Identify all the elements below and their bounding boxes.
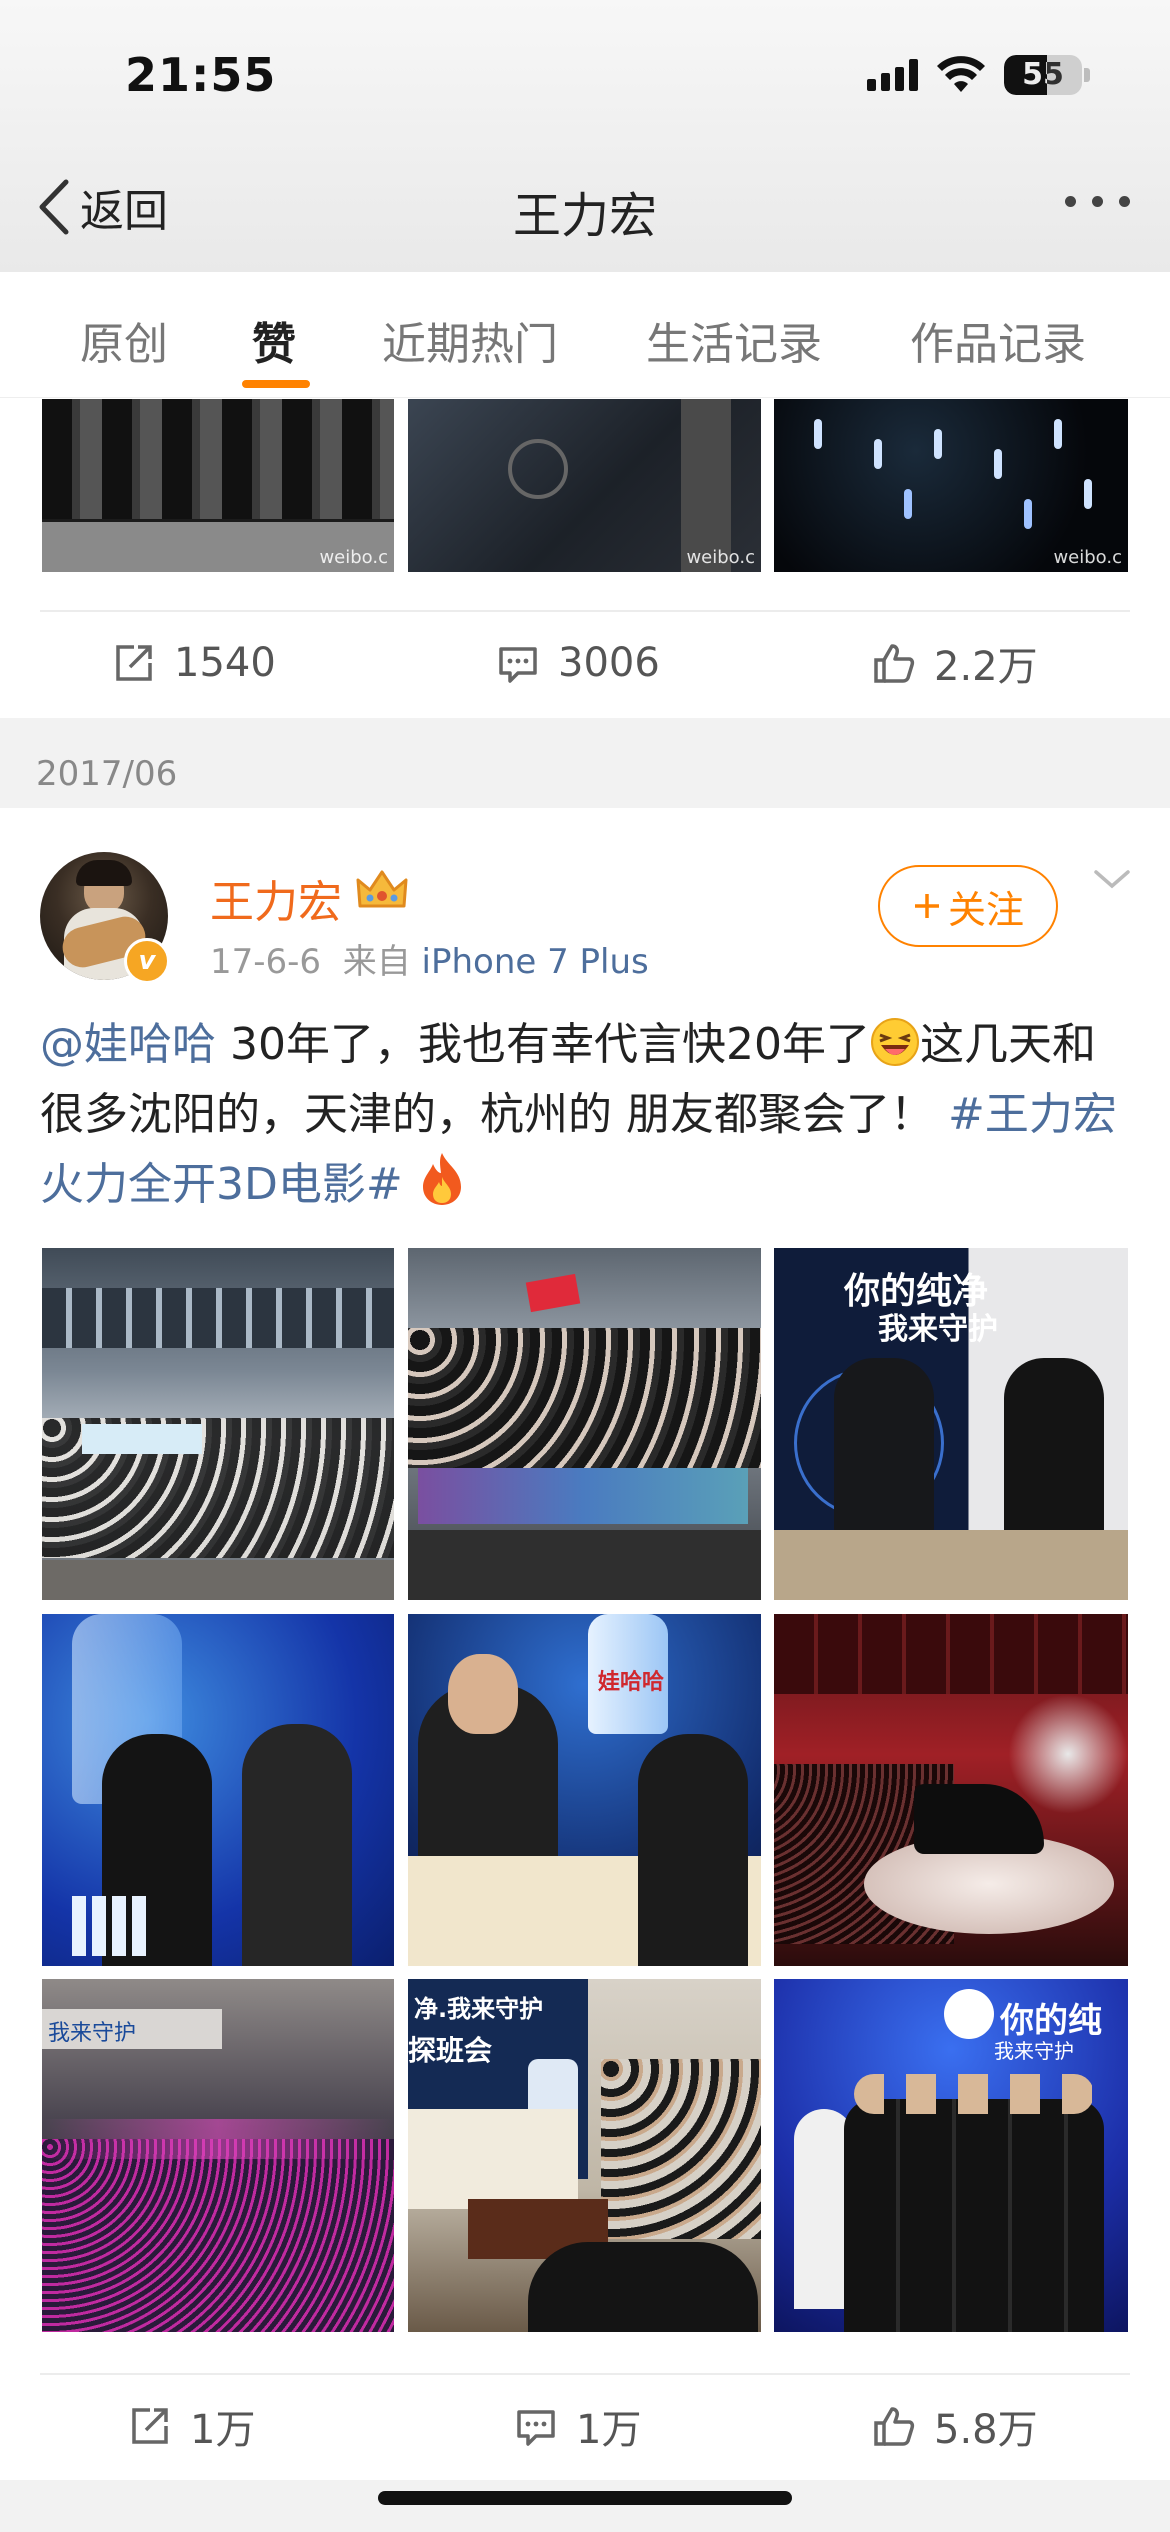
- like-count: 5.8万: [934, 2407, 1038, 2453]
- date-separator: 2017/06: [0, 718, 1170, 808]
- tab-liked[interactable]: 赞: [252, 308, 296, 372]
- post-image-2[interactable]: [408, 1248, 761, 1600]
- active-tab-indicator: [242, 380, 310, 388]
- post-image-9[interactable]: 你的纯 我来守护: [774, 1979, 1128, 2332]
- more-dots-icon[interactable]: [1065, 196, 1130, 207]
- post-image-5[interactable]: 娃哈哈: [408, 1614, 761, 1966]
- image-caption-sub: 我来守护: [994, 2039, 1074, 2063]
- post-image-6[interactable]: [774, 1614, 1128, 1966]
- date-separator-partial: [0, 2480, 1170, 2532]
- verified-badge-icon: v: [124, 938, 170, 984]
- prev-post-image-1[interactable]: weibo.c: [42, 399, 394, 572]
- plus-icon: [914, 894, 939, 918]
- prev-post-actions: 1540 3006 2.2万: [0, 610, 1170, 716]
- comment-button[interactable]: 1万: [514, 2373, 641, 2479]
- wifi-icon: [937, 56, 985, 92]
- image-caption-sub: 我来守护: [878, 1312, 998, 1347]
- watermark: weibo.c: [686, 547, 755, 568]
- image-brand-label: 娃哈哈: [598, 1670, 665, 1695]
- source-prefix: 来自: [342, 942, 411, 982]
- post-image-8[interactable]: 净.我来守护 探班会: [408, 1979, 761, 2332]
- like-button[interactable]: 2.2万: [872, 610, 1038, 716]
- post-time: 17-6-6: [210, 942, 322, 982]
- comment-bubble-icon: [499, 647, 537, 683]
- post-image-7[interactable]: 我来守护: [42, 1979, 394, 2332]
- thumbs-up-icon: [874, 644, 915, 683]
- comment-count: 1万: [576, 2407, 642, 2453]
- mention-link[interactable]: @娃哈哈: [40, 1019, 216, 1070]
- repost-count: 1万: [190, 2407, 256, 2453]
- battery-level: 55: [1022, 57, 1064, 92]
- share-arrow-icon: [116, 645, 152, 681]
- post-meta: 17-6-6 来自 iPhone 7 Plus: [210, 934, 649, 983]
- watermark: weibo.c: [1053, 547, 1122, 568]
- share-arrow-icon: [132, 2408, 168, 2444]
- post-image-4[interactable]: [42, 1614, 394, 1966]
- status-icons: 55: [867, 52, 1090, 98]
- fire-icon: [422, 1153, 461, 1205]
- thumbs-up-icon: [874, 2407, 915, 2446]
- prev-post-image-3[interactable]: weibo.c: [774, 399, 1128, 572]
- follow-label: 关注: [947, 887, 1024, 932]
- profile-tabs: 原创 赞 近期热门 生活记录 作品记录: [0, 272, 1170, 398]
- follow-button[interactable]: 关注: [878, 865, 1058, 947]
- image-banner-text: 净.我来守护: [414, 1995, 544, 2023]
- date-label: 2017/06: [36, 754, 178, 794]
- repost-button[interactable]: 1540: [112, 610, 276, 716]
- post-text-part-1: 30年了，我也有幸代言快20年了: [216, 1019, 870, 1070]
- like-count: 2.2万: [934, 644, 1038, 690]
- tab-work-records[interactable]: 作品记录: [910, 308, 1086, 372]
- image-banner-sub: 探班会: [408, 2034, 493, 2067]
- post-source[interactable]: iPhone 7 Plus: [422, 942, 649, 982]
- author-name[interactable]: 王力宏: [210, 866, 342, 930]
- comment-bubble-icon: [517, 2410, 555, 2446]
- signal-icon: [867, 59, 918, 91]
- status-time: 21:55: [125, 48, 277, 102]
- post-image-3[interactable]: 你的纯净 我来守护: [774, 1248, 1128, 1600]
- battery-icon: 55: [1004, 55, 1082, 95]
- watermark: weibo.c: [319, 547, 388, 568]
- comment-button[interactable]: 3006: [496, 610, 660, 716]
- crown-icon: [356, 870, 408, 908]
- laughing-emoji-icon: [870, 1018, 919, 1066]
- image-banner-text: 我来守护: [48, 2021, 137, 2046]
- page-title: 王力宏: [512, 188, 657, 244]
- post-text: @娃哈哈 30年了，我也有幸代言快20年了 这几天和很多沈阳的，天津的，杭州的 朋…: [40, 1010, 1130, 1220]
- app-header: 21:55 55 返回 王力宏: [0, 0, 1170, 272]
- chevron-down-icon[interactable]: [1092, 864, 1132, 894]
- post-image-1[interactable]: [42, 1248, 394, 1600]
- like-button[interactable]: 5.8万: [872, 2373, 1038, 2479]
- post-actions: 1万 1万 5.8万: [0, 2373, 1170, 2479]
- repost-button[interactable]: 1万: [128, 2373, 255, 2479]
- repost-count: 1540: [174, 640, 276, 686]
- tab-recent-hot[interactable]: 近期热门: [382, 308, 558, 372]
- tab-original[interactable]: 原创: [80, 308, 168, 372]
- home-indicator[interactable]: [378, 2491, 792, 2505]
- tab-life-records[interactable]: 生活记录: [646, 308, 822, 372]
- comment-count: 3006: [558, 640, 660, 686]
- prev-post-image-2[interactable]: weibo.c: [408, 399, 761, 572]
